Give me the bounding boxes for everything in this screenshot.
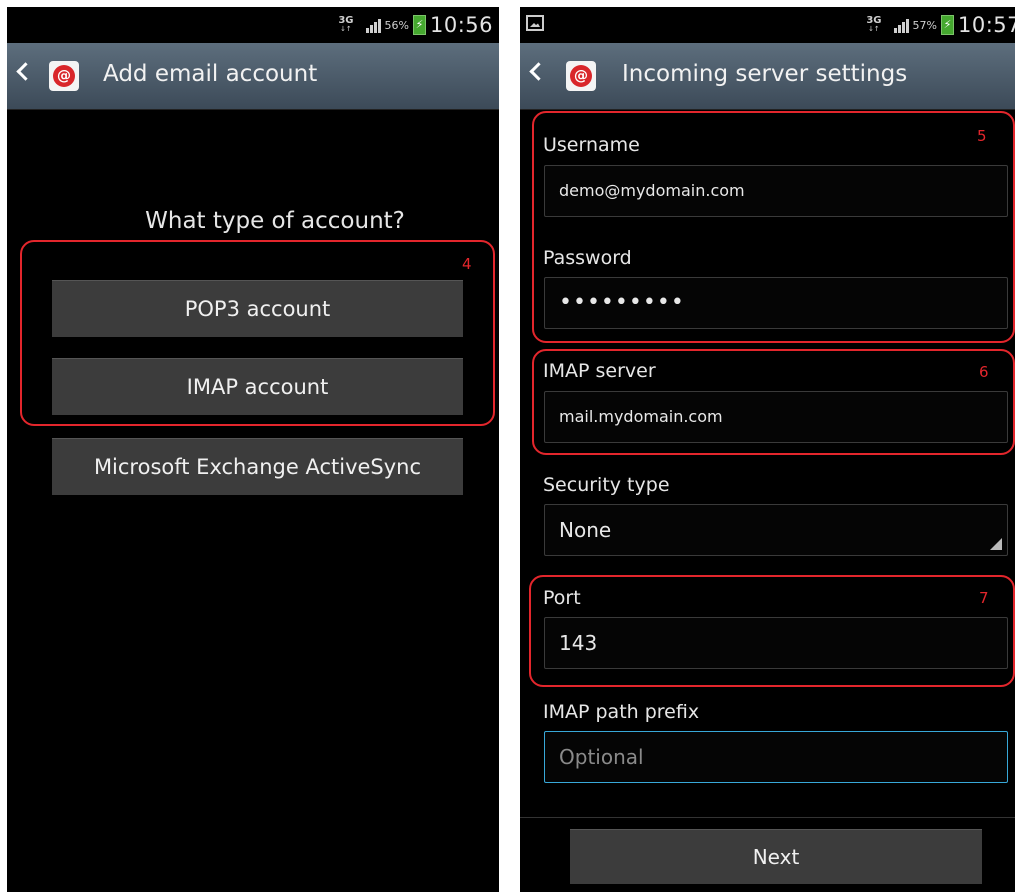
- security-type-value: None: [559, 518, 612, 542]
- status-time: 10:56: [429, 13, 493, 37]
- network-3g-icon: 3G ↓↑: [866, 15, 882, 34]
- status-icons: 3G ↓↑ 57% ⚡ 10:57: [866, 11, 1015, 39]
- annotation-box-4: [20, 240, 495, 426]
- status-bar: 3G ↓↑ 56% ⚡ 10:56: [7, 7, 499, 43]
- signal-strength-icon: [365, 17, 381, 33]
- back-chevron-icon[interactable]: [529, 62, 548, 81]
- annotation-number-4: 4: [462, 255, 472, 273]
- annotation-number-5: 5: [977, 127, 987, 145]
- status-time: 10:57: [957, 13, 1015, 37]
- status-bar: 3G ↓↑ 57% ⚡ 10:57: [520, 7, 1015, 43]
- dropdown-corner-icon: [990, 538, 1002, 550]
- left-screen: 3G ↓↑ 56% ⚡ 10:56 @ Add email account Wha…: [7, 7, 499, 892]
- annotation-box-6: [532, 349, 1015, 455]
- back-chevron-icon[interactable]: [16, 62, 35, 81]
- status-icons: 3G ↓↑ 56% ⚡ 10:56: [338, 11, 493, 39]
- security-type-select[interactable]: None: [544, 504, 1008, 556]
- email-app-icon: @: [49, 61, 79, 91]
- action-bar: @ Incoming server settings: [520, 43, 1015, 110]
- page-title: Add email account: [103, 61, 318, 87]
- email-app-icon: @: [566, 61, 596, 91]
- security-type-label: Security type: [543, 474, 670, 496]
- page-title: Incoming server settings: [622, 61, 908, 87]
- annotation-box-5: [532, 111, 1015, 343]
- network-3g-icon: 3G ↓↑: [338, 15, 354, 34]
- imap-path-prefix-label: IMAP path prefix: [543, 701, 700, 723]
- annotation-number-6: 6: [979, 363, 989, 381]
- image-notification-icon: [526, 15, 544, 31]
- battery-charging-icon: ⚡: [412, 15, 426, 35]
- next-button[interactable]: Next: [570, 829, 982, 884]
- battery-percent: 57%: [912, 18, 937, 32]
- account-type-question: What type of account?: [145, 208, 405, 234]
- battery-charging-icon: ⚡: [940, 15, 954, 35]
- annotation-number-7: 7: [979, 589, 989, 607]
- battery-percent: 56%: [384, 18, 409, 32]
- right-screen: 3G ↓↑ 57% ⚡ 10:57 @ Incoming server setti…: [520, 7, 1015, 892]
- bottom-divider: [520, 817, 1015, 818]
- signal-strength-icon: [893, 17, 909, 33]
- exchange-activesync-button[interactable]: Microsoft Exchange ActiveSync: [52, 438, 463, 495]
- action-bar: @ Add email account: [7, 43, 499, 110]
- annotation-box-7: [529, 575, 1015, 687]
- imap-path-prefix-field[interactable]: Optional: [544, 731, 1008, 783]
